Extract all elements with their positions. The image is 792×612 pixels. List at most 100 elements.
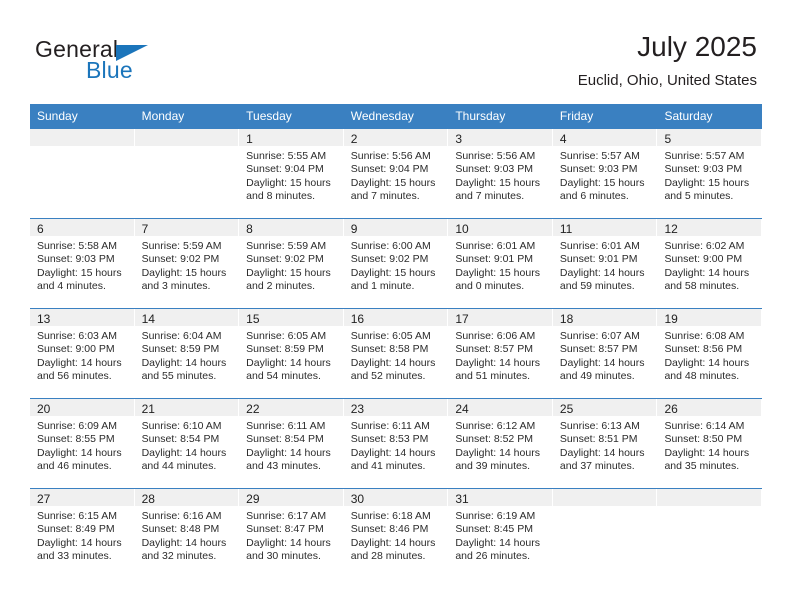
day-number-band: 16 [343,309,448,326]
day-info: Sunrise: 5:56 AM Sunset: 9:04 PM Daylight:… [344,146,448,204]
sunrise-text: Sunrise: 6:03 AM [37,330,117,342]
sunrise-text: Sunrise: 6:04 AM [141,330,222,342]
day-number-band: 31 [448,489,552,506]
sunset-text: Sunset: 8:57 PM [455,343,533,356]
daylight-text: Daylight: 14 hours and 49 minutes. [559,356,645,383]
day-info: Sunrise: 6:00 AM Sunset: 9:02 PM Daylight:… [344,236,448,294]
daylight-text: Daylight: 14 hours and 33 minutes. [37,536,122,563]
calendar-day-cell[interactable]: 31 Sunrise: 6:19 AM Sunset: 8:45 PM Dayligh… [448,489,553,578]
calendar-day-cell[interactable]: 6 Sunrise: 5:58 AM Sunset: 9:03 PM Daylight… [30,219,135,308]
calendar-day-cell[interactable]: 21 Sunrise: 6:10 AM Sunset: 8:54 PM Dayligh… [134,399,240,488]
location-subtitle: Euclid, Ohio, United States [577,72,757,89]
calendar-day-cell[interactable]: 24 Sunrise: 6:12 AM Sunset: 8:52 PM Dayligh… [448,399,553,488]
calendar-day-cell[interactable]: 30 Sunrise: 6:18 AM Sunset: 8:46 PM Dayligh… [343,489,449,578]
general-blue-logo[interactable]: General Blue [35,36,225,88]
daylight-text: Daylight: 14 hours and 51 minutes. [455,356,540,383]
calendar-day-cell[interactable]: 25 Sunrise: 6:13 AM Sunset: 8:51 PM Dayligh… [552,399,658,488]
page-title: July 2025 [637,31,757,62]
daylight-text: Daylight: 14 hours and 54 minutes. [246,356,331,383]
daylight-text: Daylight: 15 hours and 0 minutes. [455,266,540,293]
calendar-day-cell[interactable]: 20 Sunrise: 6:09 AM Sunset: 8:55 PM Dayligh… [30,399,135,488]
day-number: 11 [559,222,573,236]
sunset-text: Sunset: 8:50 PM [664,433,743,446]
day-number-band: 6 [30,219,134,236]
sunset-text: Sunset: 9:02 PM [350,253,429,266]
calendar-page: General Blue July 2025 Euclid, Ohio, Uni… [0,0,792,612]
day-info: Sunrise: 5:58 AM Sunset: 9:03 PM Daylight:… [30,236,134,294]
sunset-text: Sunset: 9:02 PM [141,253,220,266]
day-info: Sunrise: 6:17 AM Sunset: 8:47 PM Daylight:… [239,506,343,564]
sunrise-text: Sunrise: 6:06 AM [455,330,536,342]
day-number-band [552,489,657,506]
calendar-day-cell[interactable]: 2 Sunrise: 5:56 AM Sunset: 9:04 PM Daylight… [343,129,449,218]
calendar-day-cell[interactable]: 17 Sunrise: 6:06 AM Sunset: 8:57 PM Dayligh… [448,309,553,398]
day-info: Sunrise: 6:14 AM Sunset: 8:50 PM Daylight:… [657,416,761,474]
calendar-day-cell[interactable]: 22 Sunrise: 6:11 AM Sunset: 8:54 PM Dayligh… [239,399,344,488]
daylight-text: Daylight: 15 hours and 4 minutes. [37,266,122,293]
day-number: 31 [455,492,469,506]
day-number: 15 [246,312,260,326]
calendar-day-cell[interactable]: 28 Sunrise: 6:16 AM Sunset: 8:48 PM Dayligh… [134,489,240,578]
day-info: Sunrise: 6:07 AM Sunset: 8:57 PM Daylight:… [553,326,657,384]
calendar-day-cell[interactable]: 23 Sunrise: 6:11 AM Sunset: 8:53 PM Dayligh… [343,399,449,488]
sunrise-text: Sunrise: 5:59 AM [246,240,327,252]
day-number-band: 9 [343,219,448,236]
calendar-day-cell[interactable]: 4 Sunrise: 5:57 AM Sunset: 9:03 PM Daylight… [552,129,658,218]
calendar-day-cell[interactable]: 29 Sunrise: 6:17 AM Sunset: 8:47 PM Dayligh… [239,489,344,578]
day-number: 16 [350,312,365,326]
day-number-band: 7 [134,219,239,236]
calendar-day-cell[interactable]: 16 Sunrise: 6:05 AM Sunset: 8:58 PM Dayligh… [343,309,449,398]
day-number-band [134,129,239,146]
calendar-day-cell[interactable]: 8 Sunrise: 5:59 AM Sunset: 9:02 PM Daylight… [239,219,344,308]
calendar-day-cell[interactable]: 26 Sunrise: 6:14 AM Sunset: 8:50 PM Dayligh… [657,399,763,488]
sunrise-text: Sunrise: 5:56 AM [350,150,431,162]
sunset-text: Sunset: 8:48 PM [141,523,220,536]
day-number: 8 [246,222,253,236]
day-info: Sunrise: 6:01 AM Sunset: 9:01 PM Daylight:… [448,236,552,294]
sunset-text: Sunset: 8:58 PM [350,343,429,356]
day-number: 26 [664,402,678,416]
calendar-day-cell[interactable]: 27 Sunrise: 6:15 AM Sunset: 8:49 PM Dayligh… [30,489,135,578]
day-info: Sunrise: 6:12 AM Sunset: 8:52 PM Daylight:… [448,416,552,474]
daylight-text: Daylight: 14 hours and 52 minutes. [350,356,436,383]
weekday-header-sunday: Sunday [37,109,78,123]
day-number: 19 [664,312,678,326]
sunset-text: Sunset: 9:03 PM [664,163,743,176]
day-info: Sunrise: 6:05 AM Sunset: 8:58 PM Daylight:… [344,326,448,384]
day-number-band: 22 [239,399,343,416]
calendar-day-cell[interactable]: 14 Sunrise: 6:04 AM Sunset: 8:59 PM Dayligh… [134,309,240,398]
sunset-text: Sunset: 8:52 PM [455,433,533,446]
day-number: 17 [455,312,469,326]
sunrise-text: Sunrise: 5:57 AM [664,150,745,162]
title-block: July 2025 Euclid, Ohio, United States [578,30,757,90]
calendar-day-cell[interactable]: 9 Sunrise: 6:00 AM Sunset: 9:02 PM Daylight… [343,219,449,308]
daylight-text: Daylight: 14 hours and 58 minutes. [664,266,750,293]
sunset-text: Sunset: 9:02 PM [246,253,324,266]
day-info: Sunrise: 6:06 AM Sunset: 8:57 PM Daylight:… [448,326,552,384]
sunset-text: Sunset: 8:59 PM [141,343,220,356]
day-info: Sunrise: 6:02 AM Sunset: 9:00 PM Daylight:… [657,236,761,294]
calendar-day-cell[interactable]: 5 Sunrise: 5:57 AM Sunset: 9:03 PM Daylight… [657,129,763,218]
calendar-day-cell[interactable]: 19 Sunrise: 6:08 AM Sunset: 8:56 PM Dayligh… [657,309,763,398]
calendar-day-cell[interactable]: 1 Sunrise: 5:55 AM Sunset: 9:04 PM Daylight… [239,129,344,218]
day-number: 9 [350,222,358,236]
weekday-header-tuesday: Tuesday [246,109,292,123]
day-info: Sunrise: 6:18 AM Sunset: 8:46 PM Daylight:… [344,506,448,564]
day-number-band: 13 [30,309,134,326]
day-info: Sunrise: 6:03 AM Sunset: 9:00 PM Daylight:… [30,326,134,384]
calendar-day-cell[interactable]: 3 Sunrise: 5:56 AM Sunset: 9:03 PM Daylight… [448,129,553,218]
calendar-day-cell[interactable]: 12 Sunrise: 6:02 AM Sunset: 9:00 PM Dayligh… [657,219,763,308]
day-info: Sunrise: 6:04 AM Sunset: 8:59 PM Daylight:… [135,326,239,384]
sunrise-text: Sunrise: 6:00 AM [350,240,431,252]
calendar-day-cell[interactable]: 10 Sunrise: 6:01 AM Sunset: 9:01 PM Dayligh… [448,219,553,308]
day-number: 7 [141,222,149,236]
calendar-day-cell[interactable]: 11 Sunrise: 6:01 AM Sunset: 9:01 PM Dayligh… [552,219,658,308]
calendar-day-cell[interactable]: 7 Sunrise: 5:59 AM Sunset: 9:02 PM Daylight… [134,219,240,308]
day-info: Sunrise: 5:59 AM Sunset: 9:02 PM Daylight:… [135,236,239,294]
calendar-day-cell[interactable]: 18 Sunrise: 6:07 AM Sunset: 8:57 PM Dayligh… [552,309,658,398]
calendar-day-cell[interactable]: 13 Sunrise: 6:03 AM Sunset: 9:00 PM Dayligh… [30,309,135,398]
calendar-day-cell[interactable]: 15 Sunrise: 6:05 AM Sunset: 8:59 PM Dayligh… [239,309,344,398]
day-number: 10 [455,222,469,236]
sunset-text: Sunset: 8:53 PM [350,433,429,446]
daylight-text: Daylight: 14 hours and 55 minutes. [141,356,227,383]
